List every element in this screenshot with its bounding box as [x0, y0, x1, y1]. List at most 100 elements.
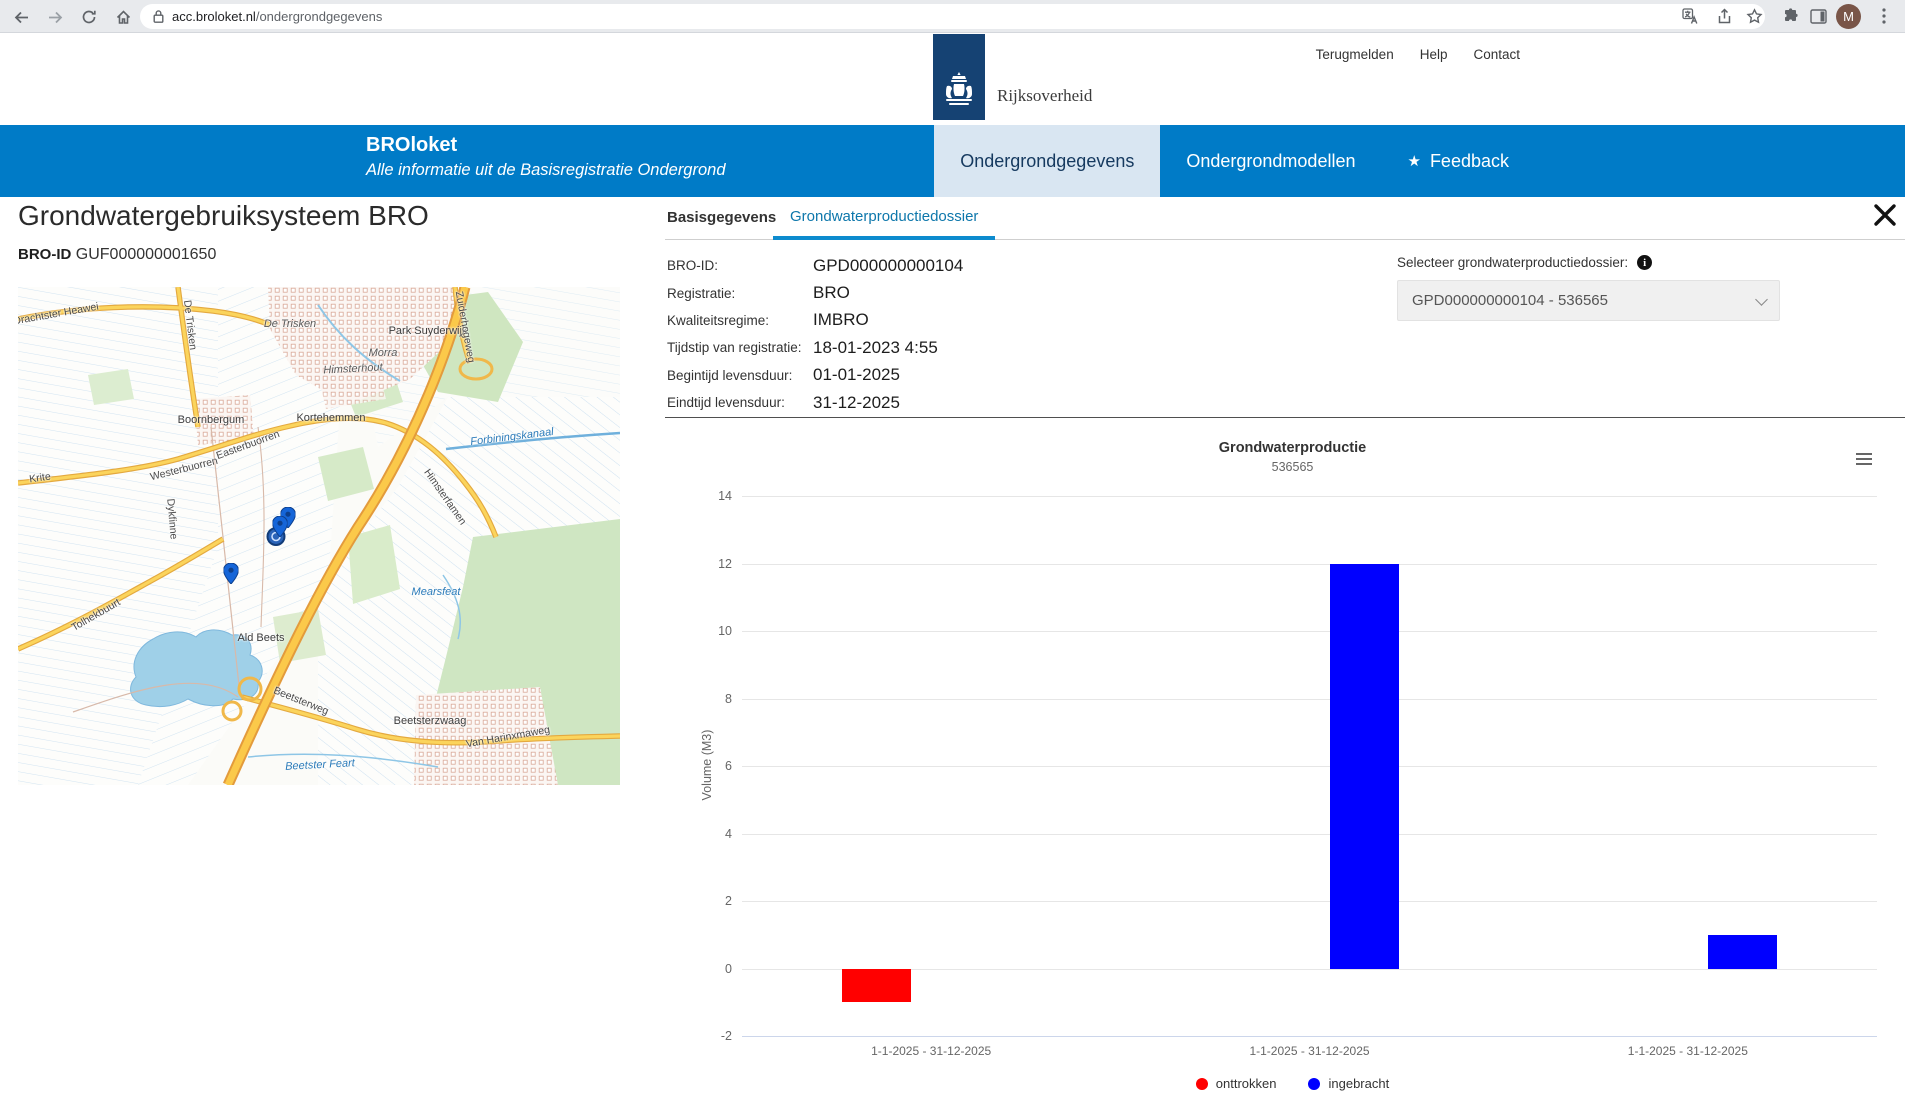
detail-value: 18-01-2023 4:55: [813, 338, 938, 358]
close-icon[interactable]: [1872, 202, 1900, 230]
legend-label: onttrokken: [1216, 1076, 1277, 1091]
chart-y-tick: 2: [682, 894, 732, 908]
map-pin-marker[interactable]: [273, 516, 288, 542]
site-header: Rijksoverheid Terugmelden Help Contact: [0, 34, 1905, 125]
detail-value: IMBRO: [813, 310, 869, 330]
map[interactable]: Drachtster HeaweiDe TriskenDe TriskenPar…: [18, 287, 620, 785]
link-contact[interactable]: Contact: [1473, 47, 1520, 62]
tab-grondwaterproductiedossier[interactable]: Grondwaterproductiedossier: [773, 197, 995, 240]
back-icon[interactable]: [8, 4, 34, 30]
chart-x-label: 1-1-2025 - 31-12-2025: [811, 1044, 1051, 1058]
brand-title: BROloket: [366, 134, 726, 157]
page-title: Grondwatergebruiksysteem BRO: [18, 200, 429, 232]
chart-gridline: [742, 766, 1877, 767]
logo-wordmark: Rijksoverheid: [997, 86, 1092, 106]
detail-row: Registratie:BRO: [667, 279, 963, 306]
lock-icon: [152, 9, 165, 29]
chart-x-label: 1-1-2025 - 31-12-2025: [1190, 1044, 1430, 1058]
side-panel-icon[interactable]: [1806, 4, 1830, 28]
menu-dots-icon[interactable]: [1872, 4, 1896, 28]
chart-y-tick: 10: [682, 624, 732, 638]
detail-list: BRO-ID:GPD000000000104Registratie:BROKwa…: [667, 252, 963, 416]
chart-legend: onttrokken ingebracht: [680, 1076, 1905, 1091]
detail-value: BRO: [813, 283, 850, 303]
legend-item-onttrokken[interactable]: onttrokken: [1196, 1076, 1277, 1091]
chart-x-label: 1-1-2025 - 31-12-2025: [1568, 1044, 1808, 1058]
chart-gridline: [742, 564, 1877, 565]
panel-divider: [665, 417, 1905, 418]
detail-row: Kwaliteitsregime:IMBRO: [667, 307, 963, 334]
chart-menu-icon[interactable]: [1852, 448, 1876, 468]
chart-y-tick: 0: [682, 962, 732, 976]
dossier-selector-label: Selecteer grondwaterproductiedossier: i: [1397, 255, 1780, 270]
detail-row: Tijdstip van registratie:18-01-2023 4:55: [667, 334, 963, 361]
chart-y-tick: 6: [682, 759, 732, 773]
legend-item-ingebracht[interactable]: ingebracht: [1308, 1076, 1389, 1091]
bro-id-label: BRO-ID: [18, 246, 71, 263]
chart-bar-ingebracht[interactable]: [1708, 935, 1777, 969]
dossier-selector: Selecteer grondwaterproductiedossier: i …: [1397, 255, 1780, 321]
chart-y-tick: -2: [682, 1029, 732, 1043]
map-basemap: [18, 287, 620, 785]
detail-row: Begintijd levensduur:01-01-2025: [667, 362, 963, 389]
chart-gridline: [742, 834, 1877, 835]
nav-tab-feedback[interactable]: ★Feedback: [1381, 125, 1535, 197]
nav-tab-ondergrondmodellen[interactable]: Ondergrondmodellen: [1160, 125, 1381, 197]
info-icon[interactable]: i: [1637, 255, 1652, 270]
detail-label: Tijdstip van registratie:: [667, 340, 813, 355]
chart-y-tick: 12: [682, 557, 732, 571]
chart-subtitle: 536565: [680, 460, 1905, 474]
chart-gridline: [742, 699, 1877, 700]
dossier-select[interactable]: GPD000000000104 - 536565: [1397, 280, 1780, 321]
chart: Grondwaterproductie 536565 Volume (M3) o…: [680, 428, 1905, 1111]
legend-dot-icon: [1196, 1078, 1208, 1090]
tab-basisgegevens[interactable]: Basisgegevens: [667, 209, 776, 226]
chart-gridline: [742, 1036, 1877, 1037]
chart-gridline: [742, 901, 1877, 902]
header-links: Terugmelden Help Contact: [1316, 47, 1520, 62]
detail-row: Eindtijd levensduur:31-12-2025: [667, 389, 963, 416]
map-pin-marker[interactable]: [224, 563, 239, 589]
brand[interactable]: BROloket Alle informatie uit de Basisreg…: [366, 134, 726, 180]
profile-avatar[interactable]: M: [1836, 4, 1861, 29]
legend-dot-icon: [1308, 1078, 1320, 1090]
detail-value: 31-12-2025: [813, 393, 900, 413]
nav-tab-ondergrondgegevens[interactable]: Ondergrondgegevens: [934, 125, 1160, 197]
detail-value: 01-01-2025: [813, 365, 900, 385]
main-nav: BROloket Alle informatie uit de Basisreg…: [0, 125, 1905, 197]
chart-y-tick: 4: [682, 827, 732, 841]
chart-bar-onttrokken[interactable]: [842, 969, 911, 1003]
brand-subtitle: Alle informatie uit de Basisregistratie …: [366, 161, 726, 180]
chart-bar-ingebracht[interactable]: [1330, 564, 1399, 969]
extensions-icon[interactable]: [1778, 4, 1802, 28]
chart-gridline: [742, 496, 1877, 497]
chart-gridline: [742, 969, 1877, 970]
reload-icon[interactable]: [76, 4, 102, 30]
url-bar[interactable]: acc.broloket.nl/ondergrondgegevens: [140, 4, 1765, 29]
translate-icon[interactable]: [1678, 4, 1702, 28]
home-icon[interactable]: [110, 4, 136, 30]
detail-label: Begintijd levensduur:: [667, 368, 813, 383]
detail-row: BRO-ID:GPD000000000104: [667, 252, 963, 279]
chevron-down-icon: [1755, 293, 1768, 306]
forward-icon[interactable]: [42, 4, 68, 30]
bro-id-line: BRO-ID GUF000000001650: [18, 246, 216, 264]
detail-label: Registratie:: [667, 286, 813, 301]
chart-title: Grondwaterproductie: [680, 440, 1905, 456]
browser-toolbar: acc.broloket.nl/ondergrondgegevens M: [0, 0, 1905, 33]
rijksoverheid-logo[interactable]: [933, 34, 985, 120]
star-icon: ★: [1407, 152, 1420, 170]
link-help[interactable]: Help: [1420, 47, 1448, 62]
legend-label: ingebracht: [1328, 1076, 1389, 1091]
url-domain: acc.broloket.nl: [172, 9, 256, 24]
bro-id-value: GUF000000001650: [76, 246, 217, 263]
link-terugmelden[interactable]: Terugmelden: [1316, 47, 1394, 62]
detail-value: GPD000000000104: [813, 256, 963, 276]
detail-label: Eindtijd levensduur:: [667, 395, 813, 410]
detail-label: BRO-ID:: [667, 258, 813, 273]
url-path: /ondergrondgegevens: [256, 9, 383, 24]
bookmark-star-icon[interactable]: [1742, 4, 1766, 28]
share-icon[interactable]: [1712, 4, 1736, 28]
chart-y-tick: 8: [682, 692, 732, 706]
nav-tabs: Ondergrondgegevens Ondergrondmodellen ★F…: [934, 125, 1535, 197]
